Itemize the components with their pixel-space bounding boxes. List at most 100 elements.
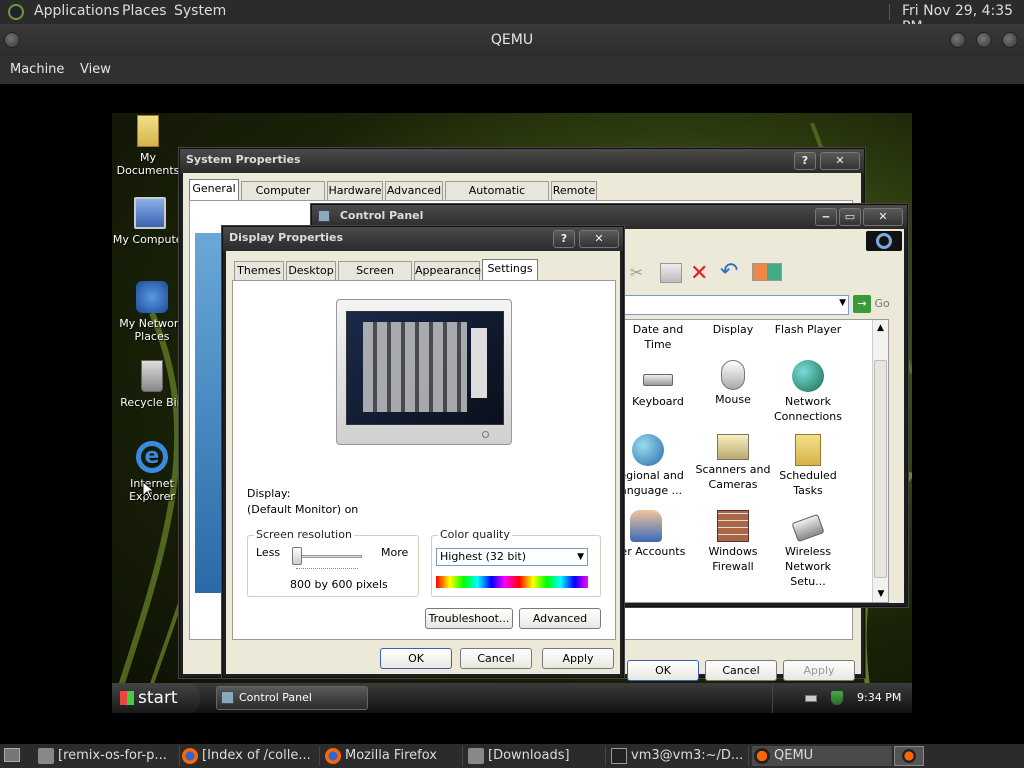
qemu-title: QEMU xyxy=(490,32,534,48)
tab-general[interactable]: General xyxy=(189,179,239,200)
places-menu[interactable]: Places xyxy=(122,3,167,19)
tab-remote[interactable]: Remote xyxy=(551,181,597,200)
taskbar-item-index[interactable]: [Index of /colle... xyxy=(180,746,320,766)
workspace-switcher[interactable] xyxy=(894,746,924,766)
cp-item-keyboard[interactable]: Keyboard xyxy=(618,360,698,409)
vm-screen[interactable]: My Documents My Computer My Network Plac… xyxy=(112,113,912,713)
gnome-logo-icon[interactable] xyxy=(8,4,24,20)
cp-item-wireless-setup[interactable]: Wireless Network Setu... xyxy=(768,510,848,589)
cp-item-flash-player[interactable]: Flash Player xyxy=(768,322,848,337)
taskbar-item-qemu[interactable]: QEMU xyxy=(752,746,892,766)
close-button[interactable]: ✕ xyxy=(820,152,860,170)
tab-computer-name[interactable]: Computer Name xyxy=(241,181,325,214)
monitor-screen xyxy=(346,311,504,425)
taskbar-item-remix[interactable]: [remix-os-for-p... xyxy=(36,746,180,766)
system-cancel-button[interactable]: Cancel xyxy=(705,660,777,681)
advanced-button[interactable]: Advanced xyxy=(519,608,601,629)
bottom-panel: [remix-os-for-p... [Index of /colle... M… xyxy=(0,744,1024,768)
view-menu[interactable]: View xyxy=(80,62,111,77)
system-properties-titlebar[interactable]: System Properties ? ✕ xyxy=(180,149,864,173)
toolbar-folders-icon[interactable]: ✂ xyxy=(630,263,652,283)
start-button[interactable]: start xyxy=(112,683,200,713)
toolbar-undo-icon[interactable]: ↶ xyxy=(720,259,738,284)
minimize-icon[interactable] xyxy=(950,32,966,48)
system-ok-button[interactable]: OK xyxy=(627,660,699,681)
tab-desktop[interactable]: Desktop xyxy=(286,261,336,280)
close-button[interactable]: ✕ xyxy=(863,208,903,226)
control-panel-window-icon xyxy=(318,210,330,222)
security-shield-icon[interactable] xyxy=(831,691,843,705)
tab-settings[interactable]: Settings xyxy=(482,259,538,280)
close-button[interactable]: ✕ xyxy=(579,230,619,248)
maximize-button[interactable]: ▭ xyxy=(839,208,861,226)
desktop-icon-my-documents[interactable]: My Documents xyxy=(112,115,188,177)
internet-explorer-icon: e xyxy=(136,441,168,473)
cp-item-scanners-cameras[interactable]: Scanners and Cameras xyxy=(693,434,773,492)
close-icon[interactable] xyxy=(1002,32,1018,48)
keyboard-tray-icon[interactable] xyxy=(805,695,817,702)
minimize-button[interactable]: ‒ xyxy=(815,208,837,226)
recycle-bin-icon xyxy=(141,360,163,392)
taskbar-item-downloads[interactable]: [Downloads] xyxy=(466,746,606,766)
xp-clock[interactable]: 9:34 PM xyxy=(857,691,901,704)
help-button[interactable]: ? xyxy=(794,152,816,170)
qemu-titlebar[interactable]: QEMU xyxy=(0,24,1024,56)
tab-automatic-updates[interactable]: Automatic Updates xyxy=(445,181,549,214)
go-arrow-icon: → xyxy=(853,295,871,313)
tab-themes[interactable]: Themes xyxy=(234,261,284,280)
applications-menu[interactable]: Applications xyxy=(34,3,120,19)
panel-separator xyxy=(889,4,890,20)
tab-advanced[interactable]: Advanced xyxy=(385,181,443,200)
cp-item-display[interactable]: Display xyxy=(693,322,773,337)
qemu-icon xyxy=(754,748,770,764)
system-apply-button[interactable]: Apply xyxy=(783,660,855,681)
system-properties-tabs: General Computer Name Hardware Advanced … xyxy=(189,179,849,214)
scroll-thumb[interactable] xyxy=(874,360,887,578)
window-menu-icon[interactable] xyxy=(4,32,20,48)
scroll-down-icon[interactable]: ▼ xyxy=(873,586,888,602)
display-ok-button[interactable]: OK xyxy=(380,648,452,669)
tab-appearance[interactable]: Appearance xyxy=(414,261,481,280)
maximize-icon[interactable] xyxy=(976,32,992,48)
taskbar-item-firefox[interactable]: Mozilla Firefox xyxy=(323,746,463,766)
system-menu[interactable]: System xyxy=(174,3,226,19)
resolution-slider-thumb[interactable] xyxy=(292,547,302,565)
resolution-value: 800 by 600 pixels xyxy=(290,578,388,591)
cp-item-network-connections[interactable]: Network Connections xyxy=(768,360,848,424)
cp-item-mouse[interactable]: Mouse xyxy=(693,360,773,407)
troubleshoot-button[interactable]: Troubleshoot... xyxy=(425,608,513,629)
settings-panel: Display: (Default Monitor) on Screen res… xyxy=(232,280,616,640)
address-dropdown-icon[interactable]: ▼ xyxy=(839,298,846,308)
tab-screen-saver[interactable]: Screen Saver xyxy=(338,261,412,294)
scroll-up-icon[interactable]: ▲ xyxy=(873,320,888,336)
system-tray: 9:34 PM xyxy=(772,683,912,713)
display-cancel-button[interactable]: Cancel xyxy=(460,648,532,669)
help-button[interactable]: ? xyxy=(553,230,575,248)
tab-hardware[interactable]: Hardware xyxy=(327,181,383,200)
toolbar-views-icon[interactable] xyxy=(752,263,782,281)
cp-item-windows-firewall[interactable]: Windows Firewall xyxy=(693,510,773,574)
folder-icon xyxy=(38,748,54,764)
color-spectrum-bar xyxy=(436,576,588,588)
toolbar-copy-icon[interactable] xyxy=(660,263,682,283)
machine-menu[interactable]: Machine xyxy=(10,62,64,77)
show-desktop-icon[interactable] xyxy=(4,748,20,762)
terminal-icon xyxy=(611,748,627,764)
color-quality-select[interactable]: Highest (32 bit) ▼ xyxy=(436,548,588,566)
display-properties-body: Themes Desktop Screen Saver Appearance S… xyxy=(226,251,620,674)
toolbar-delete-icon[interactable]: ✕ xyxy=(690,261,708,286)
taskbar-item-terminal[interactable]: vm3@vm3:~/D... xyxy=(609,746,749,766)
cp-item-scheduled-tasks[interactable]: Scheduled Tasks xyxy=(768,434,848,498)
display-properties-window[interactable]: Display Properties ? ✕ Themes Desktop Sc… xyxy=(222,226,624,678)
taskbar-control-panel[interactable]: Control Panel xyxy=(216,686,368,710)
keyboard-icon xyxy=(643,374,673,386)
windows-flag-icon xyxy=(866,231,902,251)
cp-item-date-time[interactable]: Date and Time xyxy=(618,322,698,352)
folder-icon xyxy=(468,748,484,764)
network-icon xyxy=(792,360,824,392)
screen-resolution-group: Screen resolution Less More 800 by 600 p… xyxy=(247,528,419,597)
vertical-scrollbar[interactable]: ▲ ▼ xyxy=(872,320,888,602)
go-button[interactable]: → Go xyxy=(853,295,903,315)
display-properties-titlebar[interactable]: Display Properties ? ✕ xyxy=(223,227,623,251)
display-apply-button[interactable]: Apply xyxy=(542,648,614,669)
